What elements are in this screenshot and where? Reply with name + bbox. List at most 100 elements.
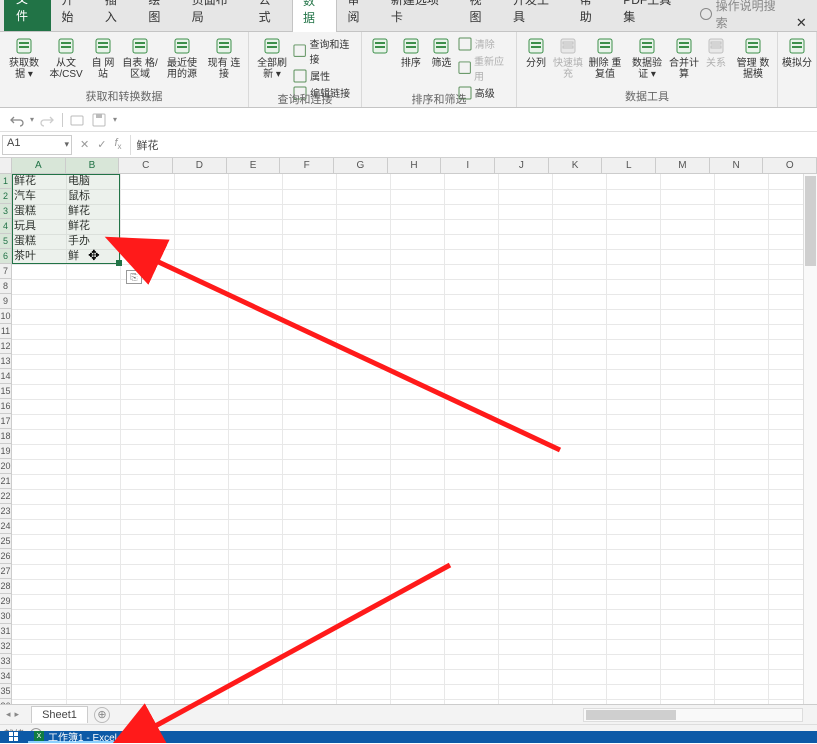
taskbar-item-excel[interactable]: X 工作簿1 - Excel [28, 731, 123, 743]
row-header-32[interactable]: 32 [0, 639, 11, 654]
fx-button[interactable]: fx [114, 137, 121, 151]
row-header-12[interactable]: 12 [0, 339, 11, 354]
tab-新建选项卡[interactable]: 新建选项卡 [381, 0, 460, 31]
tab-PDF工具集[interactable]: PDF工具集 [613, 0, 692, 31]
tab-绘图[interactable]: 绘图 [138, 0, 181, 31]
row-header-25[interactable]: 25 [0, 534, 11, 549]
tab-公式[interactable]: 公式 [249, 0, 292, 31]
row-header-1[interactable]: 1 [0, 174, 11, 189]
ribbon-flash-fill-button[interactable]: 快速填充 [553, 36, 583, 80]
ribbon-data-valid-button[interactable]: 数据验 证 ▾ [627, 36, 667, 80]
sheet-nav-next[interactable]: ▸ [15, 709, 20, 720]
tab-视图[interactable]: 视图 [460, 0, 503, 31]
col-header-B[interactable]: B [66, 158, 120, 173]
row-header-27[interactable]: 27 [0, 564, 11, 579]
row-header-10[interactable]: 10 [0, 309, 11, 324]
row-header-29[interactable]: 29 [0, 594, 11, 609]
col-header-A[interactable]: A [12, 158, 66, 173]
tab-帮助[interactable]: 帮助 [570, 0, 613, 31]
fill-handle[interactable] [116, 260, 122, 266]
row-header-13[interactable]: 13 [0, 354, 11, 369]
ribbon-from-table-button[interactable]: 自表 格/区域 [120, 36, 160, 80]
ribbon-relat-button[interactable]: 关系 [701, 36, 731, 69]
vertical-scrollbar[interactable] [803, 174, 817, 704]
ribbon-consol-button[interactable]: 合并计算 [669, 36, 699, 80]
ribbon-refresh-all-button[interactable]: 全部刷 新 ▾ [253, 36, 291, 80]
col-header-G[interactable]: G [334, 158, 388, 173]
tab-开发工具[interactable]: 开发工具 [503, 0, 570, 31]
undo-button[interactable] [8, 112, 24, 128]
worksheet-grid[interactable]: ABCDEFGHIJKLMNO 123456789101112131415161… [0, 158, 817, 704]
row-header-8[interactable]: 8 [0, 279, 11, 294]
ribbon-existing-conn-button[interactable]: 现有 连接 [204, 36, 244, 80]
col-header-C[interactable]: C [119, 158, 173, 173]
ribbon-props-button[interactable]: 属性 [293, 68, 330, 83]
row-header-24[interactable]: 24 [0, 519, 11, 534]
row-header-22[interactable]: 22 [0, 489, 11, 504]
add-sheet-button[interactable]: ⊕ [94, 707, 110, 723]
col-header-E[interactable]: E [227, 158, 281, 173]
col-header-H[interactable]: H [388, 158, 442, 173]
col-header-N[interactable]: N [710, 158, 764, 173]
ribbon-sim-button[interactable]: 模拟分 [782, 36, 812, 69]
row-header-17[interactable]: 17 [0, 414, 11, 429]
col-header-I[interactable]: I [441, 158, 495, 173]
tab-开始[interactable]: 开始 [51, 0, 94, 31]
ribbon-sort-button[interactable]: 排序 [397, 36, 426, 69]
col-header-O[interactable]: O [763, 158, 817, 173]
row-header-20[interactable]: 20 [0, 459, 11, 474]
col-header-M[interactable]: M [656, 158, 710, 173]
row-header-15[interactable]: 15 [0, 384, 11, 399]
cells-area[interactable]: 鲜花电脑汽车鼠标蛋糕鲜花玩具鲜花蛋糕手办茶叶鲜⎘✥ [12, 174, 817, 704]
tab-file[interactable]: 文件 [4, 0, 51, 31]
row-header-19[interactable]: 19 [0, 444, 11, 459]
paste-options-button[interactable]: ⎘ [126, 270, 142, 284]
tab-插入[interactable]: 插入 [95, 0, 138, 31]
sheet-nav-prev[interactable]: ◂ [6, 709, 11, 720]
row-header-16[interactable]: 16 [0, 399, 11, 414]
tab-数据[interactable]: 数据 [292, 0, 337, 32]
col-header-D[interactable]: D [173, 158, 227, 173]
ribbon-from-text-button[interactable]: 从文 本/CSV [46, 36, 86, 80]
horizontal-scrollbar[interactable] [583, 708, 803, 722]
tab-审阅[interactable]: 审阅 [337, 0, 380, 31]
select-all-corner[interactable] [0, 158, 12, 174]
row-header-2[interactable]: 2 [0, 189, 11, 204]
col-header-J[interactable]: J [495, 158, 549, 173]
row-header-30[interactable]: 30 [0, 609, 11, 624]
col-header-K[interactable]: K [549, 158, 603, 173]
confirm-formula-button[interactable]: ✓ [97, 138, 106, 151]
ribbon-filter-button[interactable]: 筛选 [427, 36, 456, 69]
row-header-11[interactable]: 11 [0, 324, 11, 339]
col-header-F[interactable]: F [280, 158, 334, 173]
row-header-23[interactable]: 23 [0, 504, 11, 519]
row-header-35[interactable]: 35 [0, 684, 11, 699]
start-button[interactable] [0, 731, 28, 743]
row-header-4[interactable]: 4 [0, 219, 11, 234]
tab-页面布局[interactable]: 页面布局 [182, 0, 249, 31]
row-header-3[interactable]: 3 [0, 204, 11, 219]
window-close-button[interactable]: ✕ [786, 15, 817, 31]
ribbon-remove-dup-button[interactable]: 删除 重复值 [585, 36, 625, 80]
ribbon-recent-button[interactable]: 最近使 用的源 [162, 36, 202, 80]
qat-save-button[interactable] [91, 112, 107, 128]
row-header-9[interactable]: 9 [0, 294, 11, 309]
sheet-tab[interactable]: Sheet1 [31, 706, 88, 723]
tell-me-search[interactable]: 操作说明搜索 [700, 0, 786, 31]
ribbon-get-data-button[interactable]: 获取数 据 ▾ [4, 36, 44, 80]
ribbon-queries-button[interactable]: 查询和连接 [293, 36, 357, 66]
row-header-34[interactable]: 34 [0, 669, 11, 684]
row-header-26[interactable]: 26 [0, 549, 11, 564]
qat-open-button[interactable] [69, 112, 85, 128]
ribbon-data-model-button[interactable]: 管理 数据模 [733, 36, 773, 80]
name-box[interactable]: A1 ▾ [2, 135, 72, 155]
row-header-33[interactable]: 33 [0, 654, 11, 669]
row-header-5[interactable]: 5 [0, 234, 11, 249]
ribbon-reapply-button[interactable]: 重新应用 [458, 53, 512, 83]
ribbon-clear-button[interactable]: 清除 [458, 36, 495, 51]
col-header-L[interactable]: L [602, 158, 656, 173]
redo-button[interactable] [40, 112, 56, 128]
ribbon-sort-az-button[interactable] [366, 36, 395, 58]
row-header-14[interactable]: 14 [0, 369, 11, 384]
row-header-6[interactable]: 6 [0, 249, 11, 264]
